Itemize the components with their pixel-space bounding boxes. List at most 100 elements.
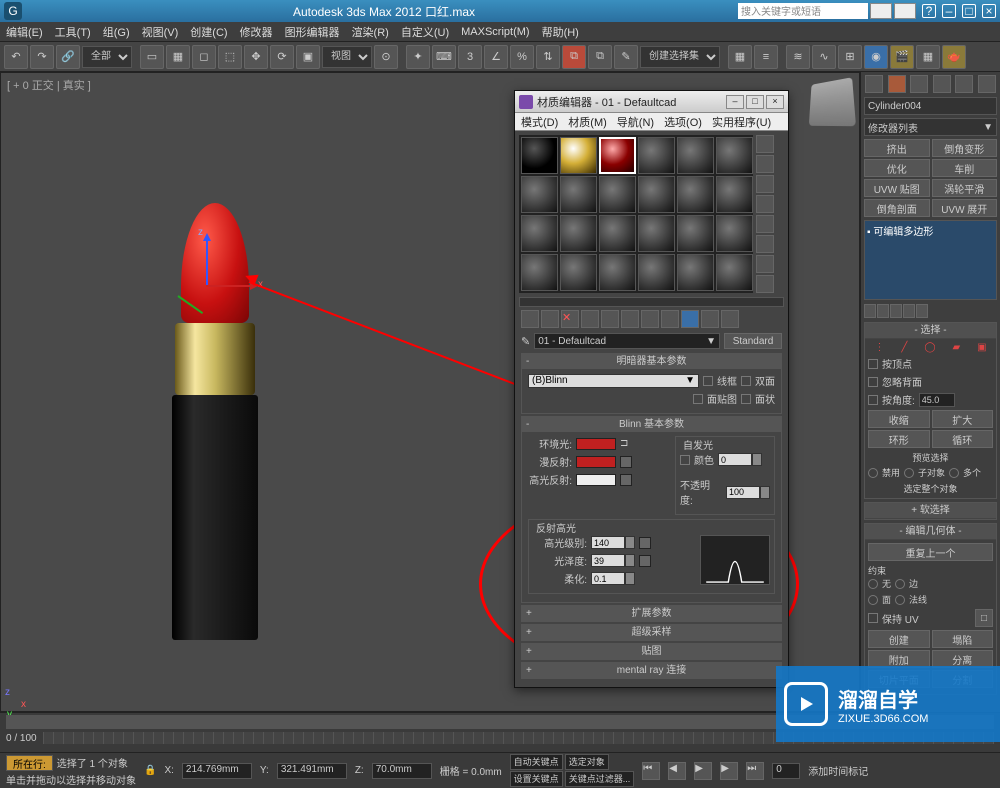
viewcube[interactable] — [809, 77, 856, 126]
magnet2-button[interactable]: ⧉ — [588, 45, 612, 69]
sample-type-icon[interactable] — [756, 135, 774, 153]
selected-key-dropdown[interactable]: 选定对象 — [565, 754, 609, 770]
stack-item-epoly[interactable]: ▪ 可编辑多边形 — [867, 223, 994, 238]
menu-customize[interactable]: 自定义(U) — [401, 24, 449, 40]
video-check-icon[interactable] — [756, 215, 774, 233]
app-logo[interactable]: G — [4, 2, 22, 20]
preview-sub-radio[interactable] — [904, 468, 914, 478]
blinn-rollup-header[interactable]: Blinn 基本参数 — [619, 419, 684, 430]
material-slot-13[interactable] — [521, 215, 558, 252]
rollup-maps-header[interactable]: 贴图 — [642, 646, 662, 657]
scale-button[interactable]: ▣ — [296, 45, 320, 69]
menu-view[interactable]: 视图(V) — [142, 24, 179, 40]
material-slot-19[interactable] — [521, 254, 558, 291]
utilities-tab-icon[interactable] — [978, 75, 996, 93]
material-slot-21[interactable] — [599, 254, 636, 291]
material-id-icon[interactable] — [621, 310, 639, 328]
preset-unwrap-button[interactable]: UVW 展开 — [932, 199, 998, 217]
selection-filter-dropdown[interactable]: 全部 — [82, 46, 132, 68]
shrink-button[interactable]: 收缩 — [868, 410, 930, 428]
menu-group[interactable]: 组(G) — [103, 24, 130, 40]
material-slot-17[interactable] — [677, 215, 714, 252]
edit-named-sel-button[interactable]: ✎ — [614, 45, 638, 69]
material-slot-2[interactable] — [560, 137, 597, 174]
diffuse-map-button[interactable] — [620, 456, 632, 468]
background-icon[interactable] — [756, 175, 774, 193]
object-name-input[interactable] — [864, 97, 997, 115]
menu-modifiers[interactable]: 修改器 — [240, 24, 273, 40]
mated-menu-nav[interactable]: 导航(N) — [617, 114, 654, 130]
faceted-checkbox[interactable] — [741, 394, 751, 404]
by-angle-checkbox[interactable] — [868, 395, 878, 405]
selfillum-spinner[interactable] — [752, 453, 762, 466]
mated-maximize-button[interactable]: □ — [746, 95, 764, 109]
menu-edit[interactable]: 编辑(E) — [6, 24, 43, 40]
shader-type-dropdown[interactable]: (B)Blinn▼ — [528, 374, 699, 388]
material-editor-titlebar[interactable]: 材质编辑器 - 01 - Defaultcad – □ × — [515, 91, 788, 113]
speclevel-spinner[interactable] — [625, 536, 635, 549]
diffuse-swatch[interactable] — [576, 456, 616, 468]
speclevel-input[interactable] — [591, 536, 625, 549]
preset-extrude-button[interactable]: 挤出 — [864, 139, 930, 157]
rotate-button[interactable]: ⟳ — [270, 45, 294, 69]
material-slot-22[interactable] — [638, 254, 675, 291]
select-name-button[interactable]: ▦ — [166, 45, 190, 69]
put-to-scene-icon[interactable] — [581, 310, 599, 328]
mated-close-button[interactable]: × — [766, 95, 784, 109]
show-end-icon[interactable] — [877, 304, 889, 318]
grow-button[interactable]: 扩大 — [932, 410, 994, 428]
go-forward-icon[interactable] — [701, 310, 719, 328]
preset-uvw-button[interactable]: UVW 贴图 — [864, 179, 930, 197]
shader-rollup-header[interactable]: 明暗器基本参数 — [617, 356, 687, 367]
modify-tab-icon[interactable] — [888, 75, 906, 93]
remove-mod-icon[interactable] — [903, 304, 915, 318]
soften-input[interactable] — [591, 572, 625, 585]
menu-help[interactable]: 帮助(H) — [542, 24, 579, 40]
material-slot-5[interactable] — [677, 137, 714, 174]
preset-optimize-button[interactable]: 优化 — [864, 159, 930, 177]
speclevel-map-button[interactable] — [639, 537, 651, 549]
preview-off-radio[interactable] — [868, 468, 878, 478]
material-slot-3[interactable] — [599, 137, 636, 174]
rollup-editgeo-header[interactable]: - 编辑几何体 - — [865, 524, 996, 540]
preserve-uv-settings-button[interactable]: □ — [975, 609, 993, 627]
unique-icon[interactable] — [890, 304, 902, 318]
curve-editor-button[interactable]: ∿ — [812, 45, 836, 69]
constrain-normal-radio[interactable] — [895, 595, 905, 605]
material-slot-24[interactable] — [716, 254, 753, 291]
ambient-lock-icon[interactable]: ⊐ — [620, 438, 628, 449]
hierarchy-tab-icon[interactable] — [910, 75, 928, 93]
subobj-edge-icon[interactable]: ╱ — [901, 342, 907, 353]
coord-x-input[interactable]: 214.769mm — [182, 763, 252, 779]
keymode-button[interactable]: ⌨ — [432, 45, 456, 69]
put-to-library-icon[interactable] — [601, 310, 619, 328]
select-by-mat-icon[interactable] — [756, 275, 774, 293]
rollup-selection-header[interactable]: - 选择 - — [865, 323, 996, 339]
play-prev-button[interactable]: ◀ — [668, 762, 686, 780]
play-end-button[interactable]: ⏭ — [746, 762, 764, 780]
repeat-last-button[interactable]: 重复上一个 — [868, 543, 993, 561]
pivot-button[interactable]: ⊙ — [374, 45, 398, 69]
material-slot-15[interactable] — [599, 215, 636, 252]
material-slot-14[interactable] — [560, 215, 597, 252]
spinner-snap-button[interactable]: ⇅ — [536, 45, 560, 69]
viewport-label[interactable]: [ + 0 正交 | 真实 ] — [7, 77, 91, 93]
material-slot-7[interactable] — [521, 176, 558, 213]
coord-z-input[interactable]: 70.0mm — [372, 763, 432, 779]
rollup-extended-header[interactable]: 扩展参数 — [632, 608, 672, 619]
loop-button[interactable]: 循环 — [932, 430, 994, 448]
sample-uv-icon[interactable] — [756, 195, 774, 213]
gloss-input[interactable] — [591, 554, 625, 567]
help-search-input[interactable]: 搜入关键字或短语 — [738, 3, 868, 19]
gloss-spinner[interactable] — [625, 554, 635, 567]
percent-snap-button[interactable]: % — [510, 45, 534, 69]
render-frame-button[interactable]: ▦ — [916, 45, 940, 69]
material-slot-11[interactable] — [677, 176, 714, 213]
link-button[interactable]: 🔗 — [56, 45, 80, 69]
play-button[interactable]: ▶ — [694, 762, 712, 780]
material-slot-6[interactable] — [716, 137, 753, 174]
rollup-supersample-header[interactable]: 超级采样 — [632, 627, 672, 638]
preset-bevel-button[interactable]: 倒角变形 — [932, 139, 998, 157]
selfillum-input[interactable] — [718, 453, 752, 466]
material-slot-1[interactable] — [521, 137, 558, 174]
